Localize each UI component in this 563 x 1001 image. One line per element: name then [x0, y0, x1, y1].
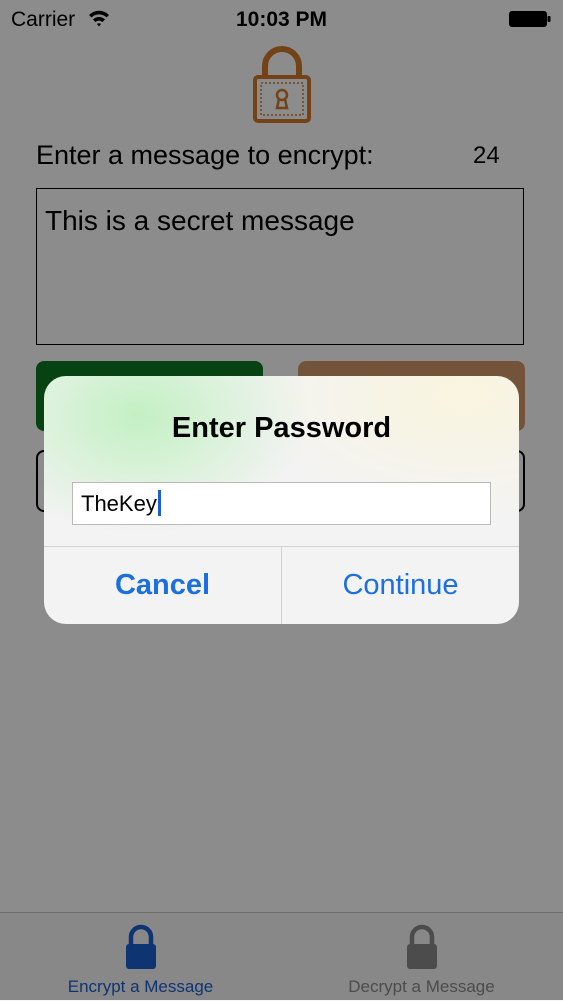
- text-cursor: [157, 490, 161, 516]
- password-input[interactable]: TheKey: [72, 482, 491, 525]
- continue-button[interactable]: Continue: [282, 547, 519, 624]
- password-value: TheKey: [81, 491, 157, 516]
- password-alert: Enter Password TheKey Cancel Continue: [44, 376, 519, 624]
- app-screen: Carrier 10:03 PM Enter a message to encr…: [0, 0, 563, 1001]
- alert-title: Enter Password: [171, 412, 392, 444]
- cancel-button[interactable]: Cancel: [44, 547, 281, 624]
